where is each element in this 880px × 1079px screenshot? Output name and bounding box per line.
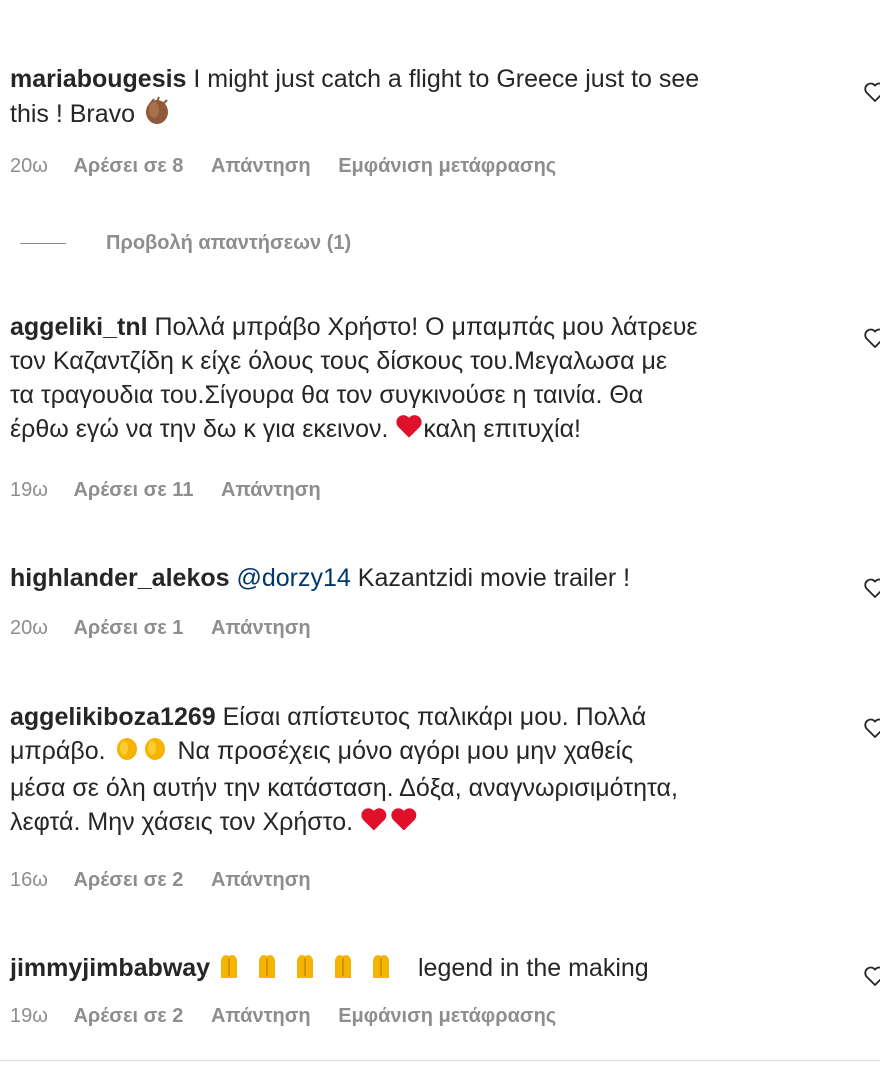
likes-count[interactable]: Αρέσει σε 2 [73, 869, 183, 891]
show-translation-button[interactable]: Εμφάνιση μετάφρασης [338, 1005, 556, 1027]
comment-time: 20ω [10, 617, 48, 639]
comment-text: highlander_alekos @dorzy14 Kazantzidi mo… [10, 561, 830, 595]
comment-meta: 20ω Αρέσει σε 8 Απάντηση Εμφάνιση μετάφρ… [10, 155, 578, 178]
comment-meta: 16ω Αρέσει σε 2 Απάντηση [10, 869, 333, 892]
view-replies-label: Προβολή απαντήσεων (1) [106, 232, 352, 254]
likes-count[interactable]: Αρέσει σε 1 [73, 617, 183, 639]
comment-body-cont: μέσα σε όλη αυτήν την κατάσταση. Δόξα, α… [10, 774, 678, 802]
reply-button[interactable]: Απάντηση [211, 617, 311, 639]
comment-body-cont: έρθω εγώ να την δω κ για εκεινον. [10, 415, 389, 443]
heart-outline-icon[interactable] [862, 326, 880, 350]
comment-text: jimmyjimbabway legend in the making [10, 950, 830, 989]
comment-time: 16ω [10, 869, 48, 891]
comment-highlander-alekos: highlander_alekos @dorzy14 Kazantzidi mo… [10, 561, 830, 595]
comment-text: mariabougesis I might just catch a fligh… [10, 62, 830, 135]
comment-body-cont: μπράβο. [10, 737, 106, 766]
comment-username[interactable]: mariabougesis [10, 65, 186, 93]
comment-meta: 19ω Αρέσει σε 11 Απάντηση [10, 479, 343, 502]
comment-body-cont: this ! Bravo [10, 100, 136, 129]
comment-body: Πολλά μπράβο Χρήστο! Ο μπαμπάς μου λάτρε… [154, 313, 698, 341]
likes-count[interactable]: Αρέσει σε 11 [73, 479, 193, 501]
comment-meta: 19ω Αρέσει σε 2 Απάντηση Εμφάνιση μετάφρ… [10, 1005, 578, 1028]
reply-button[interactable]: Απάντηση [211, 155, 311, 177]
comment-body-cont: τον Καζαντζίδη κ είχε όλους τους δίσκους… [10, 347, 668, 375]
reply-button[interactable]: Απάντηση [211, 1005, 311, 1027]
view-replies-button[interactable]: Προβολή απαντήσεων (1) [20, 232, 351, 255]
clapping-hands-emoji [113, 734, 171, 771]
comment-body-cont: τα τραγουδια του.Σίγουρα θα τον συγκινού… [10, 381, 644, 409]
comment-meta: 20ω Αρέσει σε 1 Απάντηση [10, 617, 333, 640]
likes-count[interactable]: Αρέσει σε 8 [73, 155, 183, 177]
comment-username[interactable]: highlander_alekos [10, 564, 230, 592]
comment-time: 19ω [10, 1005, 48, 1027]
divider [0, 1060, 880, 1061]
comment-text: aggelikiboza1269 Είσαι απίστευτος παλικά… [10, 700, 830, 841]
likes-count[interactable]: Αρέσει σε 2 [73, 1005, 183, 1027]
cut-off-text [10, 0, 17, 5]
heart-outline-icon[interactable] [862, 716, 880, 740]
show-translation-button[interactable]: Εμφάνιση μετάφρασης [338, 155, 556, 177]
comment-body: Είσαι απίστευτος παλικάρι μου. Πολλά [222, 703, 647, 731]
comment-aggeliki-tnl: aggeliki_tnl Πολλά μπράβο Χρήστο! Ο μπαμ… [10, 310, 830, 448]
red-heart-emoji [360, 806, 420, 841]
comment-time: 20ω [10, 155, 48, 177]
comment-aggelikiboza1269: aggelikiboza1269 Είσαι απίστευτος παλικά… [10, 700, 830, 841]
comment-time: 19ω [10, 479, 48, 501]
raising-hands-emoji [217, 950, 411, 989]
mention-link[interactable]: @dorzy14 [236, 564, 350, 592]
comment-text: aggeliki_tnl Πολλά μπράβο Χρήστο! Ο μπαμ… [10, 310, 830, 448]
comment-mariabougesis: mariabougesis I might just catch a fligh… [10, 62, 830, 135]
comment-body: legend in the making [417, 954, 649, 983]
heart-outline-icon[interactable] [862, 80, 880, 104]
reply-button[interactable]: Απάντηση [221, 479, 321, 501]
comment-body-cont: Να προσέχεις μόνο αγόρι μου μην χαθείς [177, 737, 634, 766]
red-heart-emoji [395, 413, 423, 448]
comment-body: I might just catch a flight to Greece ju… [193, 65, 700, 93]
comment-username[interactable]: jimmyjimbabway [10, 954, 210, 982]
divider [20, 243, 66, 245]
heart-outline-icon[interactable] [862, 576, 880, 600]
comment-jimmyjimbabway: jimmyjimbabway legend in the making [10, 950, 830, 989]
comment-body-cont: καλη επιτυχία! [423, 415, 581, 443]
comment-username[interactable]: aggelikiboza1269 [10, 703, 216, 731]
reply-button[interactable]: Απάντηση [211, 869, 311, 891]
clapping-hands-dark-emoji [142, 96, 172, 135]
comment-body-cont: λεφτά. Μην χάσεις τον Χρήστο. [10, 808, 354, 836]
comment-username[interactable]: aggeliki_tnl [10, 313, 148, 341]
comment-body: Kazantzidi movie trailer ! [357, 564, 631, 592]
heart-outline-icon[interactable] [862, 964, 880, 988]
